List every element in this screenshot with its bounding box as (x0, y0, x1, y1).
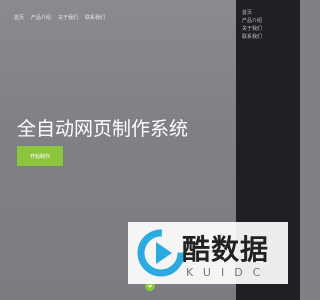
drawer-item-home[interactable]: 首页 (242, 10, 262, 16)
drawer-item-contact[interactable]: 联系我们 (242, 34, 262, 40)
drawer-item-about[interactable]: 关于我们 (242, 26, 262, 32)
nav-item-products[interactable]: 产品介绍 (31, 15, 51, 21)
nav-item-about[interactable]: 关于我们 (58, 15, 78, 21)
drawer-item-products[interactable]: 产品介绍 (242, 18, 262, 24)
top-nav: 首页 产品介绍 关于我们 联系我们 (14, 15, 105, 21)
watermark-subtext: KUIDC (186, 266, 271, 279)
watermark-brand: 酷数据 (182, 233, 270, 266)
start-button[interactable]: 开始制作 (17, 146, 63, 166)
drawer-menu: 首页 产品介绍 关于我们 联系我们 (242, 10, 262, 42)
nav-item-home[interactable]: 首页 (14, 15, 24, 21)
hero-title: 全自动网页制作系统 (17, 118, 189, 140)
play-logo-icon (137, 229, 185, 277)
watermark: 酷数据 KUIDC (128, 222, 288, 284)
nav-item-contact[interactable]: 联系我们 (85, 15, 105, 21)
